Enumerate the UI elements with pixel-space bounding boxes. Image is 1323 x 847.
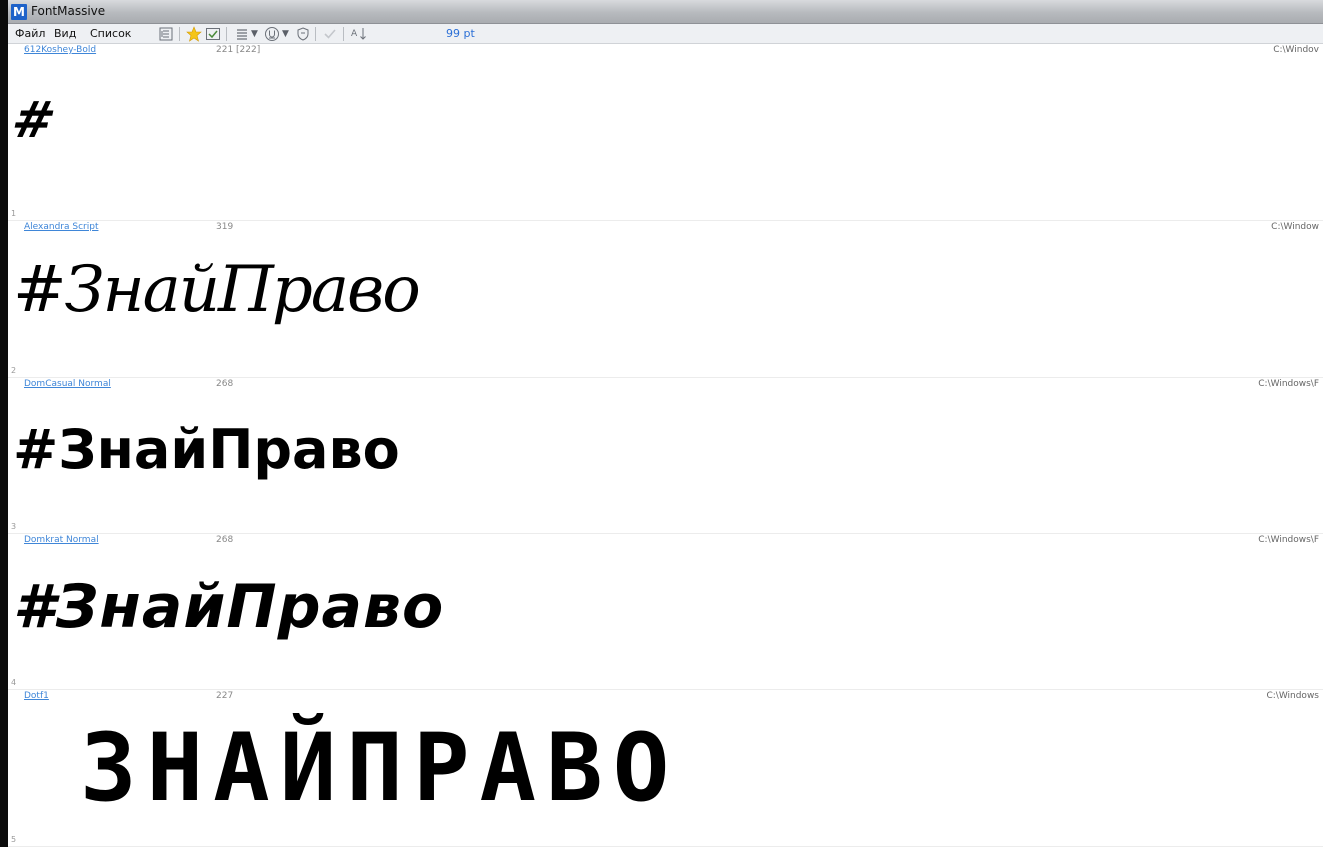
tree-view-icon[interactable] [158, 26, 174, 42]
title-bar: M FontMassive [8, 0, 1323, 24]
font-list: 612Koshey-Bold 221 [222] C:\Windov # 1 A… [8, 44, 1323, 847]
glyph-count: 227 [216, 691, 234, 701]
toolbar-separator [343, 27, 344, 41]
row-index: 5 [11, 835, 17, 844]
font-row[interactable]: Alexandra Script 319 C:\Window #ЗнайПрав… [8, 221, 1323, 378]
glyph-count: 268 [216, 535, 234, 545]
font-sample: #ЗнайПраво [13, 253, 421, 327]
app-logo-icon: M [11, 4, 27, 20]
font-sample: #ЗнайПраво [13, 418, 400, 481]
font-name-link[interactable]: 612Koshey-Bold [24, 45, 96, 55]
toolbar-separator [179, 27, 180, 41]
menu-file[interactable]: Файл [15, 27, 45, 40]
image-check-icon[interactable] [205, 26, 221, 42]
sort-icon[interactable]: A [350, 26, 368, 42]
menu-view[interactable]: Вид [54, 27, 76, 40]
chevron-down-icon[interactable]: ▼ [282, 26, 289, 42]
toolbar-separator [226, 27, 227, 41]
font-row[interactable]: 612Koshey-Bold 221 [222] C:\Windov # 1 [8, 44, 1323, 221]
font-path: C:\Windows [1266, 691, 1319, 701]
row-index: 4 [11, 678, 17, 687]
glyph-count: 268 [216, 379, 234, 389]
font-name-link[interactable]: Dotf1 [24, 691, 49, 701]
font-sample: #ЗнайПраво [13, 572, 445, 642]
menu-list[interactable]: Список [90, 27, 131, 40]
svg-text:A: A [351, 29, 358, 39]
glyph-count: 221 [222] [216, 45, 261, 55]
underline-icon[interactable] [264, 26, 280, 42]
font-name-link[interactable]: DomCasual Normal [24, 379, 111, 389]
chevron-down-icon[interactable]: ▼ [251, 26, 258, 42]
font-sample: # [8, 90, 62, 149]
glyph-count: 319 [216, 222, 234, 232]
font-row[interactable]: Domkrat Normal 268 C:\Windows\F #ЗнайПра… [8, 534, 1323, 690]
list-view-icon[interactable] [234, 26, 250, 42]
font-row[interactable]: DomCasual Normal 268 C:\Windows\F #ЗнайП… [8, 378, 1323, 534]
window-left-border [0, 0, 8, 847]
row-index: 2 [11, 366, 17, 375]
shield-icon[interactable] [295, 26, 311, 42]
checkmark-disabled-icon[interactable] [322, 26, 338, 42]
font-path: C:\Windov [1273, 45, 1319, 55]
row-index: 3 [11, 522, 17, 531]
font-path: C:\Windows\F [1258, 379, 1319, 389]
toolbar: Файл Вид Список ▼ ▼ A 99 pt [8, 24, 1323, 44]
toolbar-separator [315, 27, 316, 41]
font-sample: ЗНАЙПРАВО [80, 714, 680, 823]
font-path: C:\Window [1271, 222, 1319, 232]
font-name-link[interactable]: Domkrat Normal [24, 535, 99, 545]
font-size-label[interactable]: 99 pt [446, 27, 475, 40]
font-name-link[interactable]: Alexandra Script [24, 222, 98, 232]
font-path: C:\Windows\F [1258, 535, 1319, 545]
font-row[interactable]: Dotf1 227 C:\Windows ЗНАЙПРАВО 5 [8, 690, 1323, 847]
favorites-star-icon[interactable] [186, 26, 202, 42]
row-index: 1 [11, 209, 17, 218]
window-title: FontMassive [31, 4, 106, 18]
